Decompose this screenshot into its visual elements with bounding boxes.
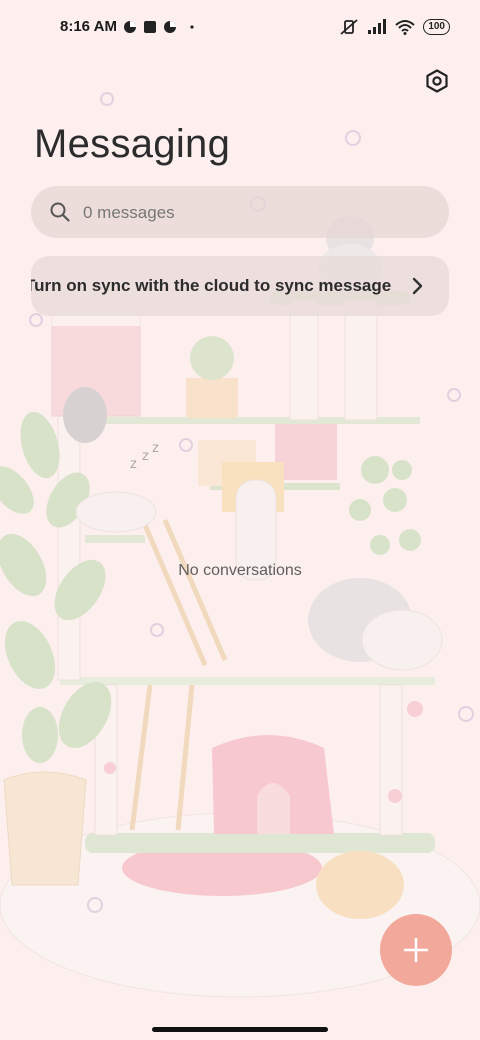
page-title: Messaging <box>34 122 231 166</box>
new-conversation-button[interactable] <box>380 914 452 986</box>
gesture-nav-bar[interactable] <box>152 1027 328 1032</box>
data-saver-icon <box>123 20 136 33</box>
status-time: 8:16 AM <box>60 18 117 35</box>
svg-text:z: z <box>142 449 149 464</box>
mute-vibrate-icon <box>340 19 358 35</box>
settings-icon <box>426 69 448 93</box>
svg-text:z: z <box>152 441 159 456</box>
svg-text:z: z <box>130 457 137 472</box>
battery-icon: 100 <box>423 19 450 35</box>
empty-state-text: No conversations <box>178 562 302 579</box>
status-left: 8:16 AM <box>60 18 197 35</box>
data-saver-icon <box>163 20 176 33</box>
sync-banner[interactable]: Turn on sync with the cloud to sync mess… <box>31 256 449 316</box>
settings-button[interactable] <box>422 66 452 96</box>
search-input[interactable] <box>81 186 425 240</box>
chevron-right-icon <box>412 277 423 295</box>
dot-icon <box>190 24 194 29</box>
sync-banner-text: Turn on sync with the cloud to sync mess… <box>31 276 391 295</box>
search-bar[interactable] <box>31 186 449 240</box>
wifi-icon <box>395 20 415 35</box>
signal-icon <box>368 19 387 34</box>
status-bar: 8:16 AM 100 <box>0 0 480 56</box>
search-icon <box>50 202 70 222</box>
app-square-icon <box>143 20 156 33</box>
status-right: 100 <box>339 18 450 36</box>
plus-icon <box>403 937 429 963</box>
